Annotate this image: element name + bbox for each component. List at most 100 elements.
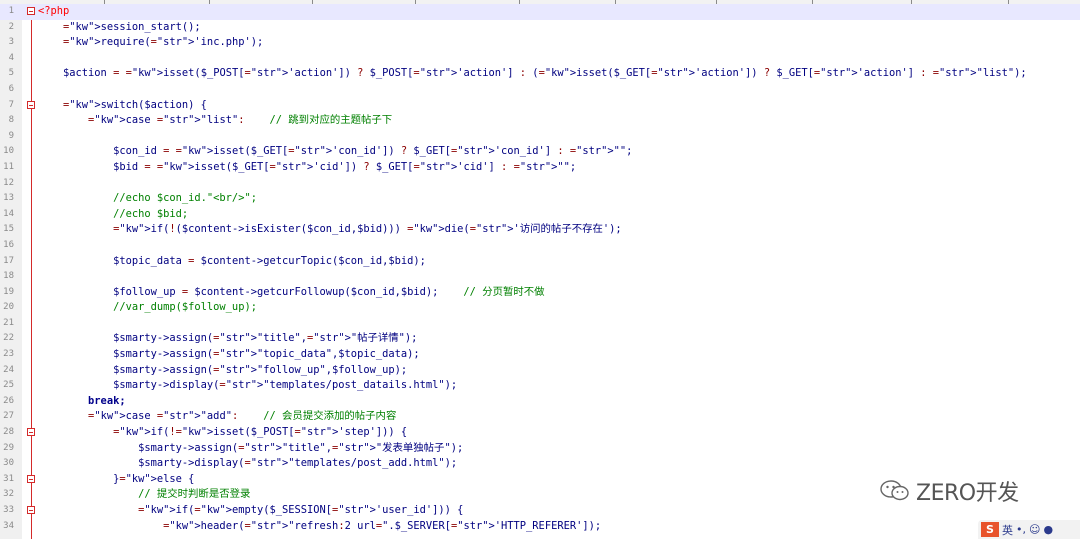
ime-punct[interactable]: •, (1016, 523, 1026, 536)
code-text[interactable]: ="kw">case ="str">"add": // 会员提交添加的帖子内容 (38, 409, 396, 425)
code-line[interactable]: 13 //echo $con_id."<br/>"; (0, 191, 1080, 207)
code-text[interactable]: ="kw">if(!="kw">isset($_POST[="str">'ste… (38, 425, 407, 441)
fold-collapse-icon[interactable] (27, 506, 35, 514)
fold-collapse-icon[interactable] (27, 7, 35, 15)
code-text[interactable]: ="kw">case ="str">"list": // 跳到对应的主题帖子下 (38, 113, 392, 129)
code-text[interactable]: $smarty->display(="str">"templates/post_… (38, 378, 457, 394)
code-line[interactable]: 34 ="kw">header(="str">"refresh:2 url=".… (0, 519, 1080, 535)
code-line[interactable]: 16 (0, 238, 1080, 254)
line-number: 14 (3, 208, 14, 219)
code-text[interactable]: <?php (38, 4, 69, 20)
code-text[interactable]: ="kw">header(="str">"refresh:2 url=".$_S… (38, 519, 601, 535)
code-line[interactable]: 15 ="kw">if(!($content->isExister($con_i… (0, 222, 1080, 238)
code-line[interactable]: 20 //var_dump($follow_up); (0, 300, 1080, 316)
line-number: 20 (3, 302, 14, 313)
line-number: 10 (3, 146, 14, 157)
sogou-logo-icon[interactable]: S (981, 522, 999, 537)
code-text[interactable]: $smarty->assign(="str">"topic_data",$top… (38, 347, 420, 363)
fold-collapse-icon[interactable] (27, 474, 35, 483)
code-line[interactable]: 24 $smarty->assign(="str">"follow_up",$f… (0, 363, 1080, 379)
code-editor[interactable]: 1 <?php 2 ="kw">session_start(); 3 ="kw">re… (0, 4, 1080, 534)
code-line[interactable]: 11 $bid = ="kw">isset($_GET[="str">'cid'… (0, 160, 1080, 176)
line-number: 9 (8, 130, 14, 141)
code-text[interactable]: $con_id = ="kw">isset($_GET[="str">'con_… (38, 144, 632, 160)
line-number: 13 (3, 193, 14, 204)
code-text[interactable]: ="kw">switch($action) { (38, 98, 207, 114)
line-number: 3 (8, 37, 14, 48)
code-line[interactable]: 22 $smarty->assign(="str">"title",="str"… (0, 331, 1080, 347)
code-line[interactable]: 8 ="kw">case ="str">"list": // 跳到对应的主题帖子… (0, 113, 1080, 129)
code-line[interactable]: 27 ="kw">case ="str">"add": // 会员提交添加的帖子… (0, 409, 1080, 425)
code-text[interactable]: // 提交时判断是否登录 (38, 487, 250, 503)
code-line[interactable]: 30 $smarty->display(="str">"templates/po… (0, 456, 1080, 472)
code-line[interactable]: 23 $smarty->assign(="str">"topic_data",$… (0, 347, 1080, 363)
code-line[interactable]: 12 (0, 176, 1080, 192)
code-line[interactable]: 14 //echo $bid; (0, 207, 1080, 223)
line-number: 6 (8, 83, 14, 94)
code-text[interactable]: //echo $bid; (38, 207, 188, 223)
code-line[interactable]: 10 $con_id = ="kw">isset($_GET[="str">'c… (0, 144, 1080, 160)
code-line[interactable]: 4 (0, 51, 1080, 67)
line-number: 1 (8, 6, 14, 16)
line-number: 21 (3, 317, 14, 328)
fold-collapse-icon[interactable] (27, 428, 35, 437)
code-line[interactable]: 21 (0, 316, 1080, 332)
ime-toolbar[interactable]: S 英 •, ☺ ● (978, 520, 1080, 539)
line-number: 30 (3, 458, 14, 469)
line-number: 28 (3, 427, 14, 438)
code-text[interactable]: $smarty->assign(="str">"title",="str">"帖… (38, 331, 417, 347)
code-line[interactable]: 29 $smarty->assign(="str">"title",="str"… (0, 441, 1080, 457)
code-line[interactable]: 26 break; (0, 394, 1080, 410)
line-number: 8 (8, 115, 14, 126)
line-number: 27 (3, 411, 14, 422)
ime-mode[interactable]: 英 (1002, 522, 1013, 538)
line-number: 12 (3, 177, 14, 188)
code-text[interactable]: $smarty->display(="str">"templates/post_… (38, 456, 457, 472)
smile-icon[interactable]: ☺ (1029, 523, 1040, 536)
code-line[interactable]: 6 (0, 82, 1080, 98)
line-number: 23 (3, 349, 14, 360)
line-number: 29 (3, 442, 14, 453)
code-line[interactable]: 5 $action = ="kw">isset($_POST[="str">'a… (0, 66, 1080, 82)
code-line[interactable]: 2 ="kw">session_start(); (0, 20, 1080, 36)
code-text[interactable]: ="kw">session_start(); (38, 20, 201, 36)
code-text[interactable]: $smarty->assign(="str">"follow_up",$foll… (38, 363, 407, 379)
code-text[interactable]: $smarty->assign(="str">"title",="str">"发… (38, 441, 463, 457)
code-line[interactable]: 1 <?php (0, 4, 1080, 20)
line-number: 26 (3, 395, 14, 406)
mic-icon[interactable]: ● (1043, 523, 1053, 536)
fold-collapse-icon[interactable] (27, 100, 35, 109)
code-line[interactable]: 7 ="kw">switch($action) { (0, 98, 1080, 114)
code-text[interactable]: ="kw">require(="str">'inc.php'); (38, 35, 263, 51)
watermark: ZERO开发 (880, 476, 1019, 506)
code-text[interactable]: ="kw">if(!($content->isExister($con_id,$… (38, 222, 622, 238)
code-line[interactable]: 17 $topic_data = $content->getcurTopic($… (0, 254, 1080, 270)
code-text[interactable]: $follow_up = $content->getcurFollowup($c… (38, 285, 544, 301)
line-number: 17 (3, 255, 14, 266)
line-number: 33 (3, 505, 14, 515)
code-text[interactable]: $action = ="kw">isset($_POST[="str">'act… (38, 66, 1027, 82)
code-line[interactable]: 9 (0, 129, 1080, 145)
code-line[interactable]: 3 ="kw">require(="str">'inc.php'); (0, 35, 1080, 51)
code-text[interactable]: ="kw">if(="kw">empty($_SESSION[="str">'u… (38, 503, 463, 519)
line-number: 19 (3, 286, 14, 297)
code-text[interactable]: $topic_data = $content->getcurTopic($con… (38, 254, 426, 270)
watermark-text: ZERO开发 (916, 481, 1019, 506)
line-number: 32 (3, 489, 14, 500)
code-line[interactable]: 18 (0, 269, 1080, 285)
code-text[interactable]: }="kw">else { (38, 472, 194, 488)
code-text[interactable]: //var_dump($follow_up); (38, 300, 257, 316)
code-text[interactable]: $bid = ="kw">isset($_GET[="str">'cid']) … (38, 160, 576, 176)
code-line[interactable]: 19 $follow_up = $content->getcurFollowup… (0, 285, 1080, 301)
line-number: 25 (3, 380, 14, 391)
code-text[interactable]: break; (38, 394, 126, 410)
wechat-icon (880, 480, 909, 501)
code-line[interactable]: 25 $smarty->display(="str">"templates/po… (0, 378, 1080, 394)
code-text[interactable]: //echo $con_id."<br/>"; (38, 191, 257, 207)
line-number: 16 (3, 239, 14, 250)
line-number: 24 (3, 364, 14, 375)
line-number: 2 (8, 21, 14, 32)
code-line[interactable]: 28 ="kw">if(!="kw">isset($_POST[="str">'… (0, 425, 1080, 441)
line-number: 4 (8, 52, 14, 63)
line-number: 15 (3, 224, 14, 235)
